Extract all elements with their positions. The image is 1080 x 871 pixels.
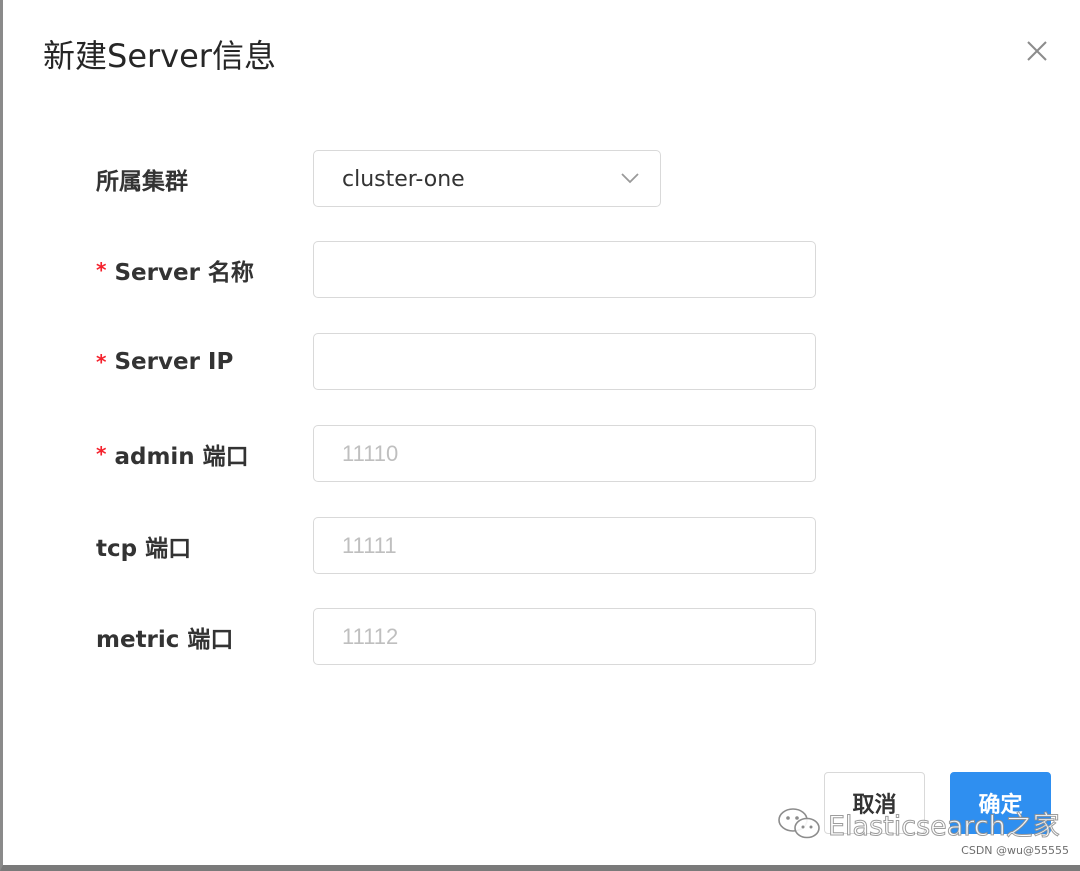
dialog-title: 新建Server信息 <box>43 37 276 75</box>
form-row-server-ip: * Server IP <box>6 333 1080 391</box>
chevron-down-icon <box>621 173 639 184</box>
metric-port-label: metric 端口 <box>96 608 233 666</box>
form-row-admin-port: * admin 端口 <box>6 425 1080 483</box>
required-mark: * <box>96 258 107 282</box>
server-name-input[interactable] <box>313 241 816 298</box>
required-mark: * <box>96 442 107 466</box>
close-icon <box>1027 41 1047 61</box>
form-row-metric-port: metric 端口 <box>6 608 1080 666</box>
wechat-icon <box>778 808 820 839</box>
metric-port-input[interactable] <box>313 608 816 665</box>
tcp-port-label-text: tcp 端口 <box>96 536 192 562</box>
server-ip-input[interactable] <box>313 333 816 390</box>
required-mark: * <box>96 350 107 374</box>
server-ip-label: * Server IP <box>96 333 233 391</box>
cancel-button[interactable]: 取消 <box>824 772 925 834</box>
server-name-label: * Server 名称 <box>96 241 254 299</box>
cluster-select-value: cluster-one <box>342 167 465 192</box>
admin-port-input[interactable] <box>313 425 816 482</box>
form-row-cluster: 所属集群 cluster-one <box>6 150 1080 208</box>
admin-port-label: * admin 端口 <box>96 425 249 483</box>
server-name-label-text: Server 名称 <box>114 260 254 286</box>
confirm-button[interactable]: 确定 <box>950 772 1051 834</box>
form-row-server-name: * Server 名称 <box>6 241 1080 299</box>
cluster-label-text: 所属集群 <box>96 169 188 195</box>
page-frame: 新建Server信息 所属集群 cluster-one * Server 名称 … <box>0 0 1080 871</box>
server-ip-label-text: Server IP <box>114 349 234 375</box>
cluster-label: 所属集群 <box>96 150 188 208</box>
new-server-dialog: 新建Server信息 所属集群 cluster-one * Server 名称 … <box>6 0 1080 865</box>
tcp-port-input[interactable] <box>313 517 816 574</box>
close-button[interactable] <box>1022 36 1052 66</box>
cluster-select[interactable]: cluster-one <box>313 150 661 207</box>
csdn-watermark: CSDN @wu@55555 <box>961 844 1069 857</box>
tcp-port-label: tcp 端口 <box>96 517 191 575</box>
metric-port-label-text: metric 端口 <box>96 627 234 653</box>
form-row-tcp-port: tcp 端口 <box>6 517 1080 575</box>
admin-port-label-text: admin 端口 <box>114 444 249 470</box>
